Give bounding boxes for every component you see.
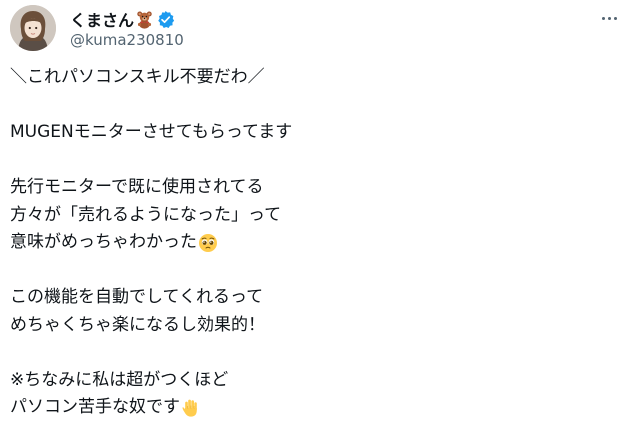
tweet-line: 方々が「売れるようになった」って xyxy=(10,204,282,225)
teddy-bear-icon xyxy=(135,10,154,29)
tweet-line: この機能を自動でしてくれるって xyxy=(10,287,264,307)
tweet-line-text: パソコン苦手な奴です xyxy=(10,397,180,417)
tweet-line: MUGENモニターさせてもらってます xyxy=(10,122,293,142)
author-names: くまさん @kuma230810 xyxy=(70,8,184,49)
display-name-row: くまさん xyxy=(70,8,184,30)
avatar-image xyxy=(10,5,56,51)
raised-hand-icon xyxy=(181,398,201,418)
tweet-text: ＼これパソコンスキル不要だわ／ MUGENモニターさせてもらってます 先行モニタ… xyxy=(10,64,620,422)
author-handle[interactable]: @kuma230810 xyxy=(70,31,184,49)
more-options-icon xyxy=(600,16,618,20)
tweet-line: めちゃくちゃ楽になるし効果的！ xyxy=(10,314,265,335)
tweet-line-with-emoji: パソコン苦手な奴です xyxy=(10,394,620,422)
tweet-line-with-emoji: 意味がめっちゃわかった xyxy=(10,229,620,257)
display-name[interactable]: くまさん xyxy=(70,7,134,31)
more-options-button[interactable] xyxy=(594,7,624,29)
tweet-line: 先行モニターで既に使用されてる xyxy=(10,177,264,197)
tweet-header: くまさん @kuma230810 xyxy=(10,5,626,53)
pleading-face-icon xyxy=(198,233,218,253)
verified-badge-icon xyxy=(156,10,175,29)
avatar[interactable] xyxy=(10,5,56,51)
tweet-line: ※ちなみに私は超がつくほど xyxy=(10,369,229,390)
tweet-line: ＼これパソコンスキル不要だわ／ xyxy=(10,67,265,87)
tweet-line-text: 意味がめっちゃわかった xyxy=(10,232,197,252)
